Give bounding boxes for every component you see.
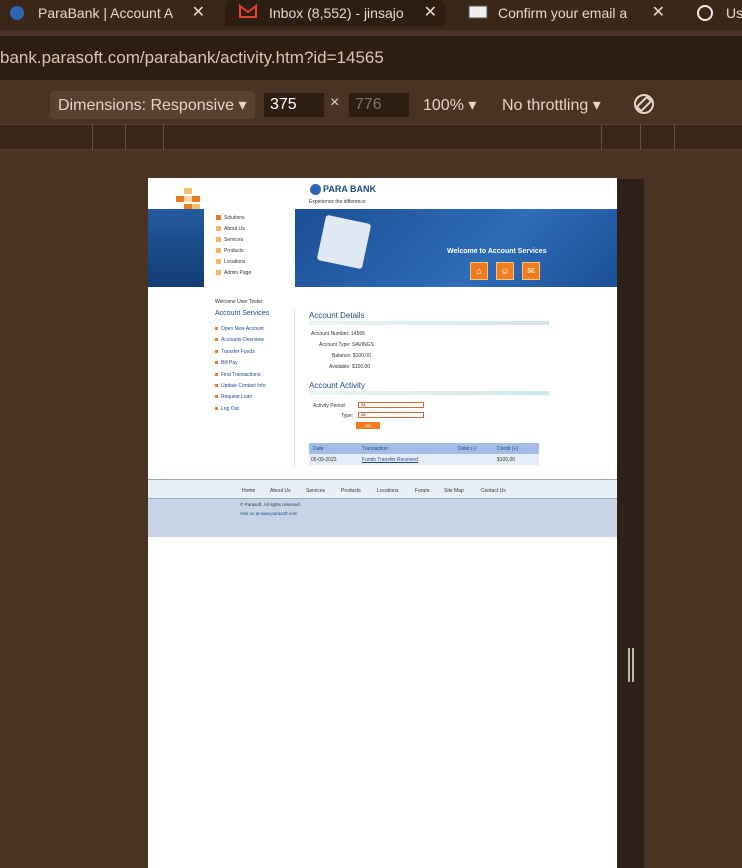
menu-products[interactable]: Products: [216, 248, 244, 254]
account-details-title: Account Details: [309, 311, 549, 325]
footer-link-contact[interactable]: Contact Us: [481, 488, 506, 494]
close-icon[interactable]: ✕: [192, 2, 205, 22]
resize-handle[interactable]: [628, 648, 634, 682]
address-url[interactable]: bank.parasoft.com/parabank/activity.htm?…: [0, 48, 384, 68]
services-title: Account Services: [215, 310, 270, 317]
footer-link-locations[interactable]: Locations: [377, 488, 398, 494]
tab-openai[interactable]: Us: [696, 0, 742, 26]
header-menu: Solutions About Us Services Products Loc…: [204, 209, 295, 287]
dimensions-select[interactable]: Dimensions: Responsive ▾: [50, 91, 255, 119]
footer-link-about[interactable]: About Us: [270, 488, 291, 494]
visit-link[interactable]: Visit us at www.parasoft.com: [240, 511, 297, 516]
openai-icon: [696, 4, 714, 22]
link-transfer-funds[interactable]: Transfer Funds: [215, 349, 255, 355]
link-update-contact-info[interactable]: Update Contact Info: [215, 383, 265, 389]
parabank-icon: [8, 4, 26, 22]
parabank-emblem-icon: [316, 214, 372, 270]
parabank-logo[interactable]: PARA BANK: [310, 184, 376, 196]
contact-icon[interactable]: ✉: [522, 262, 540, 280]
menu-solutions[interactable]: Solutions: [216, 215, 245, 221]
link-open-new-account[interactable]: Open New Account: [215, 326, 264, 332]
copyright: © Parasoft. All rights reserved.: [240, 502, 301, 507]
footer-link-services[interactable]: Services: [306, 488, 325, 494]
close-icon[interactable]: ✕: [424, 2, 437, 22]
transactions-table: Date Transaction Debit (-) Credit (+) 05…: [309, 443, 539, 465]
close-icon[interactable]: ✕: [652, 2, 665, 22]
account-available: Available: $100.00: [329, 364, 371, 370]
height-input[interactable]: [349, 93, 409, 117]
transaction-link[interactable]: Funds Transfer Received: [362, 457, 418, 463]
menu-admin-page[interactable]: Admin Page: [216, 270, 251, 276]
footer-link-site-map[interactable]: Site Map: [444, 488, 464, 494]
about-icon[interactable]: ☺: [496, 262, 514, 280]
parabank-icon: [310, 184, 321, 196]
times-sign: ×: [330, 94, 340, 111]
viewport-shadow: [617, 179, 644, 868]
zoom-select[interactable]: 100% ▾: [423, 95, 476, 115]
activity-period-label: Activity Period:: [313, 403, 347, 409]
throttling-value: No throttling: [502, 97, 589, 114]
tab-title: ParaBank | Account A: [38, 5, 174, 21]
account-number: Account Number: 14565: [311, 331, 365, 337]
account-type: Account Type: SAVINGS: [319, 342, 374, 348]
activity-period-select[interactable]: All: [358, 402, 424, 408]
welcome-banner: Welcome to Account Services ⌂ ☺ ✉: [295, 209, 617, 287]
browser-tab-strip: ParaBank | Account A ✕ Inbox (8,552) - j…: [0, 0, 742, 30]
footer-link-products[interactable]: Products: [341, 488, 361, 494]
gmail-icon: [239, 4, 257, 22]
brand-caption: Experience the difference: [309, 199, 366, 205]
dimensions-label: Dimensions: Responsive: [58, 97, 235, 114]
tab-title: Confirm your email a: [498, 5, 628, 21]
footer-links: Home About Us Services Products Location…: [148, 479, 617, 499]
banner-title: Welcome to Account Services: [447, 248, 547, 255]
tab-title: Inbox (8,552) - jinsajo: [269, 5, 404, 21]
link-accounts-overview[interactable]: Accounts Overview: [215, 337, 264, 343]
type-label: Type:: [341, 413, 354, 419]
link-request-loan[interactable]: Request Loan: [215, 394, 252, 400]
go-button[interactable]: GO: [356, 422, 380, 429]
tab-inbox[interactable]: Inbox (8,552) - jinsajo ✕: [225, 0, 445, 26]
blocks-logo: [176, 188, 206, 210]
tab-title: Us: [726, 5, 742, 21]
rotate-icon[interactable]: [632, 92, 656, 121]
table-header: Date Transaction Debit (-) Credit (+): [309, 443, 539, 454]
throttling-select[interactable]: No throttling ▾: [502, 95, 601, 115]
brand-name: PARA BANK: [323, 184, 376, 194]
page-viewport: PARA BANK Experience the difference Solu…: [148, 178, 617, 868]
table-row: 05-09-2023 Funds Transfer Received $100.…: [309, 454, 539, 465]
zoom-value: 100%: [423, 97, 464, 114]
home-icon[interactable]: ⌂: [470, 262, 488, 280]
footer-link-home[interactable]: Home: [242, 488, 255, 494]
tab-confirm-email[interactable]: Confirm your email a ✕: [468, 0, 673, 26]
link-find-transactions[interactable]: Find Transactions: [215, 372, 260, 378]
type-select[interactable]: All: [358, 412, 424, 418]
page-footer: Home About Us Services Products Location…: [148, 479, 617, 537]
width-input[interactable]: [264, 93, 324, 117]
media-query-bar[interactable]: [0, 124, 742, 151]
page-header: Solutions About Us Services Products Loc…: [148, 209, 617, 287]
account-balance: Balance: $100.00: [332, 353, 371, 359]
tab-parabank[interactable]: ParaBank | Account A ✕: [8, 0, 213, 26]
mail-icon: [468, 4, 488, 22]
link-log-out[interactable]: Log Out: [215, 406, 239, 412]
menu-locations[interactable]: Locations: [216, 259, 245, 265]
menu-services[interactable]: Services: [216, 237, 243, 243]
address-bar[interactable]: bank.parasoft.com/parabank/activity.htm?…: [0, 36, 742, 80]
menu-about-us[interactable]: About Us: [216, 226, 245, 232]
footer-link-forum[interactable]: Forum: [415, 488, 429, 494]
device-toolbar: Dimensions: Responsive ▾ × 100% ▾ No thr…: [0, 86, 742, 124]
account-activity-title: Account Activity: [309, 381, 549, 395]
link-bill-pay[interactable]: Bill Pay: [215, 360, 238, 366]
welcome-text: Welcome User Tester: [215, 299, 263, 305]
